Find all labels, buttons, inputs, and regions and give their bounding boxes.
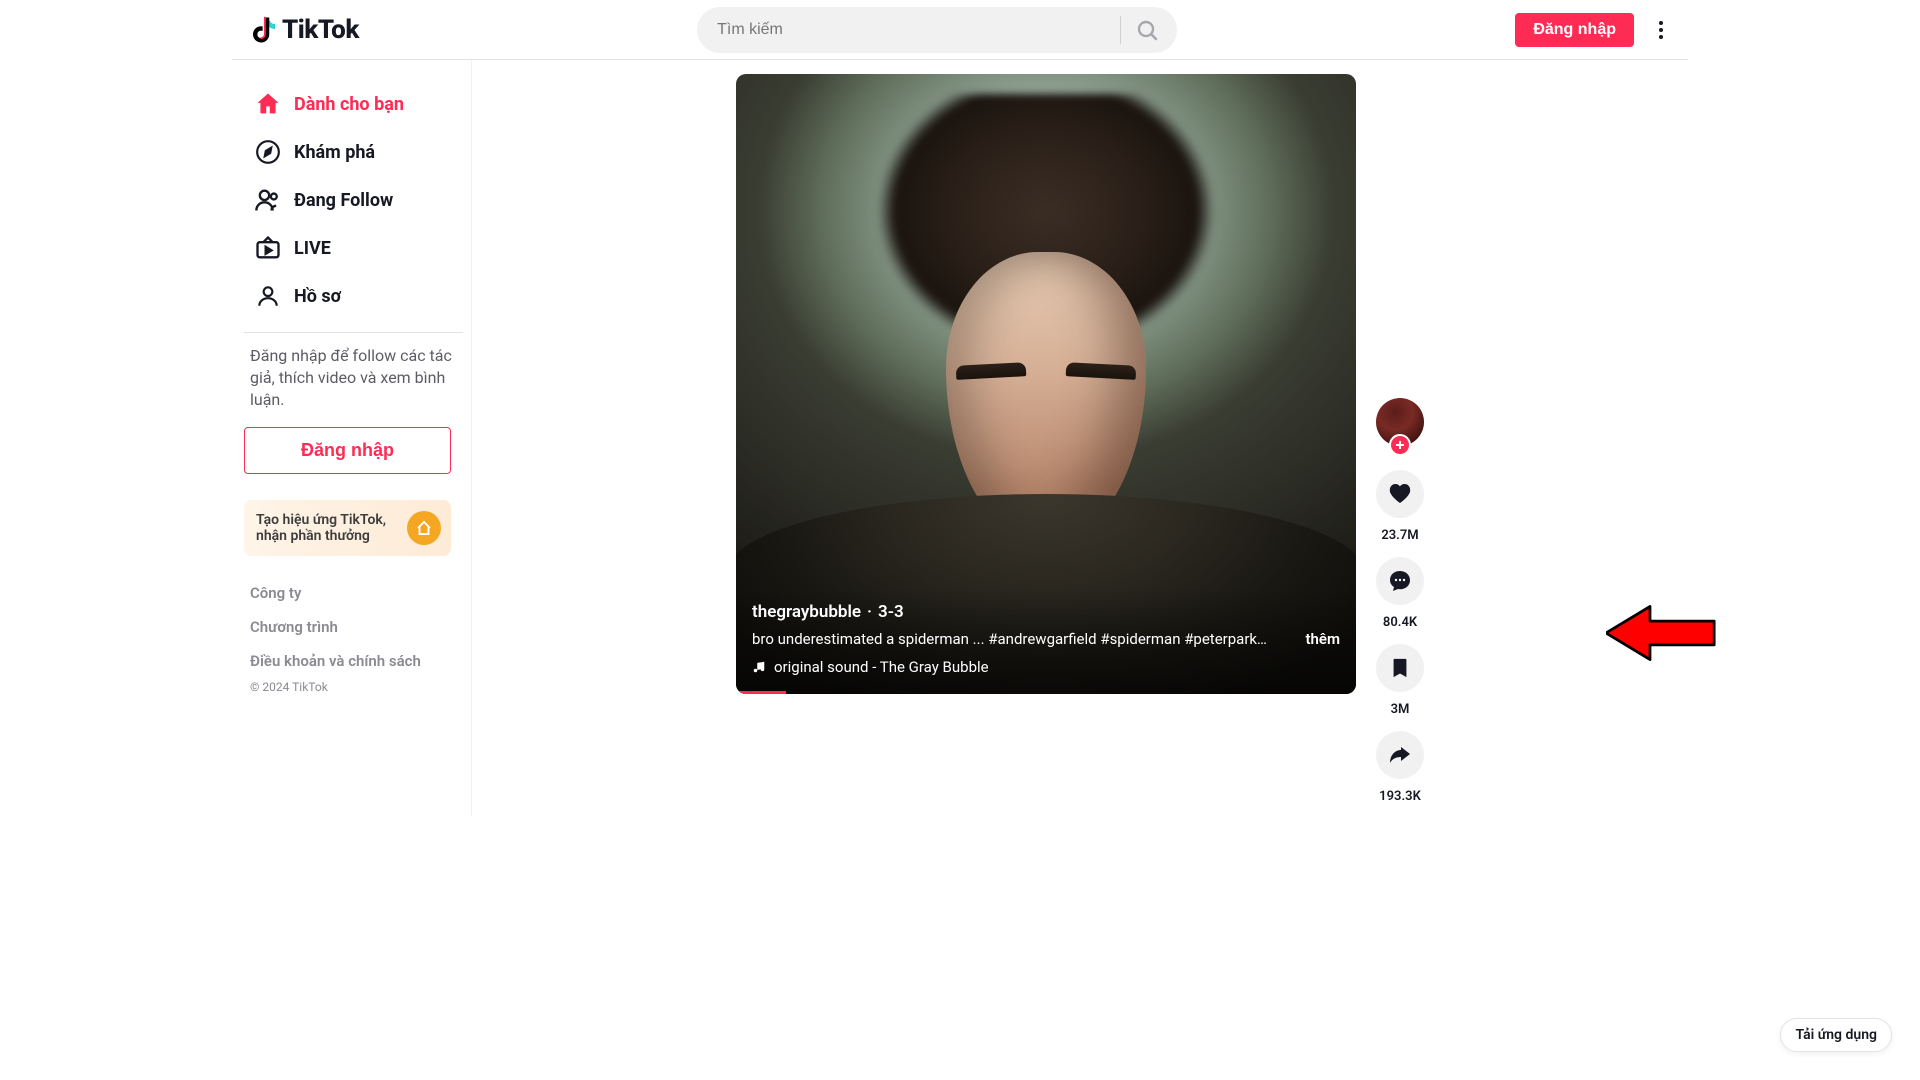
more-vertical-icon [1659,21,1663,39]
comment-count: 80.4K [1383,615,1417,630]
effect-icon [407,511,441,545]
login-prompt-text: Đăng nhập để follow các tác giả, thích v… [244,345,463,411]
brand-label: TikTok [282,15,359,45]
user-icon [254,282,282,310]
share-icon [1388,743,1412,767]
sidebar-item-label: Đang Follow [294,190,393,211]
video-overlay: thegraybubble · 3-3 bro underestimated a… [736,588,1356,694]
bookmark-icon [1389,657,1411,679]
header-more-button[interactable] [1650,12,1672,48]
header-login-button[interactable]: Đăng nhập [1515,13,1634,47]
author-username: thegraybubble [752,602,861,622]
compass-icon [254,138,282,166]
sidebar-item-label: LIVE [294,238,331,259]
sidebar-item-profile[interactable]: Hồ sơ [244,272,463,320]
search-icon [1135,18,1159,42]
sidebar-item-label: Dành cho bạn [294,94,404,115]
caption-row: bro underestimated a spiderman ... #andr… [752,630,1340,648]
footer-links: Công ty Chương trình Điều khoản và chính… [244,584,463,670]
video-player[interactable]: thegraybubble · 3-3 bro underestimated a… [736,74,1356,694]
comment-button[interactable] [1376,557,1424,605]
header: TikTok Đăng nhập [232,0,1688,60]
sound-name: original sound - The Gray Bubble [774,658,989,676]
hashtags: #andrewgarfield #spiderman #peterparker … [988,630,1272,648]
post-date: 3-3 [878,602,904,622]
music-note-icon [752,660,766,674]
search-bar [697,7,1177,53]
footer-link-company[interactable]: Công ty [250,584,457,602]
sidebar: Dành cho bạn Khám phá Đang Follow LIVE H… [232,60,472,816]
action-bar: 23.7M 80.4K 3M 193.3K [1376,398,1424,816]
search-input[interactable] [717,21,1112,39]
divider [244,332,463,333]
sidebar-item-label: Hồ sơ [294,286,341,307]
tiktok-note-icon [248,15,278,45]
header-right: Đăng nhập [1515,12,1672,48]
like-count: 23.7M [1381,528,1418,543]
plus-icon [1394,439,1406,451]
search-button[interactable] [1125,8,1169,52]
live-icon [254,234,282,262]
footer-link-terms[interactable]: Điều khoản và chính sách [250,652,457,670]
save-button[interactable] [1376,644,1424,692]
sidebar-item-explore[interactable]: Khám phá [244,128,463,176]
heart-icon [1388,482,1412,506]
copyright-text: © 2024 TikTok [244,680,463,694]
comment-icon [1388,569,1412,593]
main-feed: thegraybubble · 3-3 bro underestimated a… [472,60,1688,816]
effect-house-card[interactable]: Tạo hiệu ứng TikTok, nhận phần thưởng [244,500,451,556]
home-icon [254,90,282,118]
effect-card-label: Tạo hiệu ứng TikTok, nhận phần thưởng [256,512,386,544]
author-row[interactable]: thegraybubble · 3-3 [752,602,1340,622]
follow-button[interactable] [1389,434,1411,456]
feed-item: thegraybubble · 3-3 bro underestimated a… [736,74,1424,816]
save-count: 3M [1391,702,1410,717]
people-icon [254,186,282,214]
sidebar-login-button[interactable]: Đăng nhập [244,427,451,474]
video-progress-bar[interactable] [736,691,786,694]
sidebar-item-for-you[interactable]: Dành cho bạn [244,80,463,128]
footer-link-program[interactable]: Chương trình [250,618,457,636]
caption-text: bro underestimated a spiderman ... #andr… [752,630,1272,648]
sidebar-item-following[interactable]: Đang Follow [244,176,463,224]
sidebar-item-live[interactable]: LIVE [244,224,463,272]
search-container [367,7,1507,53]
share-button[interactable] [1376,731,1424,779]
like-button[interactable] [1376,470,1424,518]
sound-row[interactable]: original sound - The Gray Bubble [752,658,1340,676]
author-avatar-container [1376,398,1424,446]
caption-more-button[interactable]: thêm [1305,630,1340,648]
share-count: 193.3K [1379,789,1421,804]
annotation-arrow-icon [1606,598,1716,668]
sidebar-item-label: Khám phá [294,142,375,163]
download-app-button[interactable]: Tải ứng dụng [1780,1018,1892,1052]
tiktok-logo[interactable]: TikTok [248,15,359,45]
search-divider [1120,16,1121,44]
